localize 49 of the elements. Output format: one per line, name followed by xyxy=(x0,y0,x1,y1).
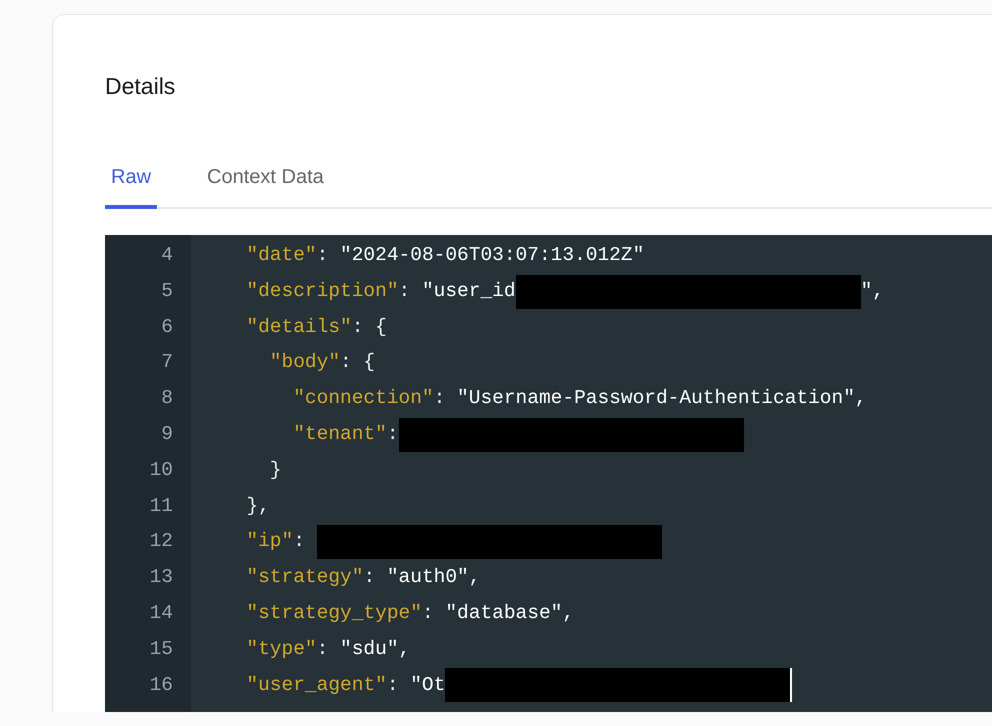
json-value: "Username-Password-Authentication", xyxy=(457,386,867,412)
json-punctuation: : xyxy=(293,529,306,554)
json-punctuation: : xyxy=(386,422,399,447)
json-key: "description" xyxy=(223,274,399,310)
json-punctuation: } xyxy=(268,458,282,483)
json-punctuation: : xyxy=(386,672,400,698)
json-value: "database", xyxy=(445,600,574,626)
line-number: 12 xyxy=(148,529,174,554)
json-punctuation: : xyxy=(316,636,330,662)
json-value: ", xyxy=(860,278,884,304)
json-value: "2024-08-06T03:07:13.012Z" xyxy=(340,243,644,268)
line-number: 13 xyxy=(148,565,174,590)
json-key: "date" xyxy=(223,238,317,274)
json-key: "body" xyxy=(223,345,340,382)
json-punctuation: : { xyxy=(340,350,376,376)
json-value: "Ot xyxy=(410,672,446,698)
line-number: 10 xyxy=(148,458,174,483)
json-key: "tenant" xyxy=(223,416,387,453)
json-punctuation: }, xyxy=(245,494,270,519)
json-punctuation: : xyxy=(316,243,330,268)
json-key: "details" xyxy=(223,310,352,346)
line-number: 14 xyxy=(148,600,174,626)
tab[interactable]: Raw xyxy=(105,166,158,209)
line-number: 7 xyxy=(160,350,174,376)
line-number: 4 xyxy=(160,243,174,268)
json-key: "ip" xyxy=(223,524,294,560)
line-number: 5 xyxy=(160,278,174,304)
json-value: "user_id xyxy=(422,278,516,304)
json-punctuation: : xyxy=(363,565,376,590)
line-number: 16 xyxy=(148,672,174,698)
card-title: Details xyxy=(105,73,176,100)
json-key: "type" xyxy=(223,632,317,668)
line-number: 11 xyxy=(148,494,174,519)
json-punctuation: : xyxy=(434,386,446,412)
json-key: "strategy_type" xyxy=(223,596,422,632)
json-key: "connection" xyxy=(223,381,434,417)
tab[interactable]: Context Data xyxy=(201,166,330,209)
json-punctuation: : xyxy=(422,600,435,626)
json-key: "user_agent" xyxy=(223,668,387,704)
json-value: "sdu", xyxy=(340,636,410,662)
json-key: "strategy" xyxy=(223,560,364,596)
json-value: "auth0", xyxy=(386,565,480,590)
json-punctuation: : { xyxy=(352,314,387,340)
line-number: 8 xyxy=(160,386,174,412)
json-punctuation: : xyxy=(398,278,412,304)
text-cursor xyxy=(790,668,792,702)
line-number: 15 xyxy=(148,636,174,662)
line-number: 9 xyxy=(160,422,174,447)
line-number: 6 xyxy=(160,314,174,340)
